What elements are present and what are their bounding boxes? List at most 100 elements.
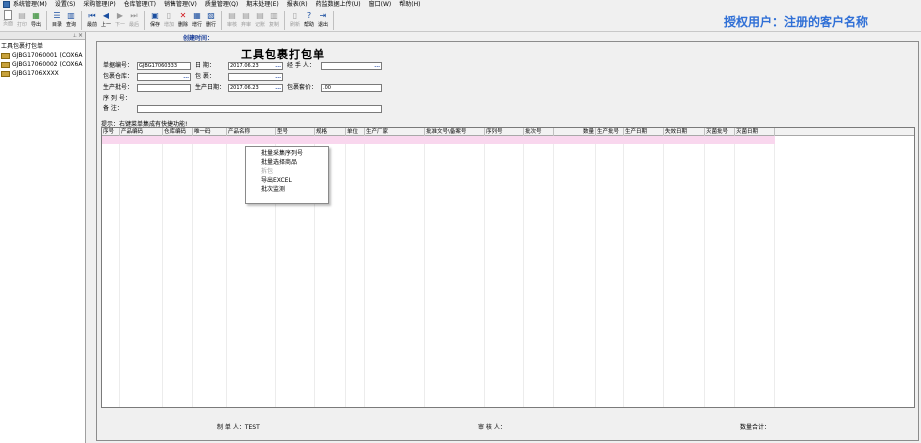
audit-button-label: 审核 (226, 22, 237, 28)
col-header[interactable]: 灭菌日期 (735, 128, 775, 136)
delete-row-button-label: 删行 (205, 22, 216, 28)
pin-icon[interactable]: ⊥ (73, 33, 77, 39)
menu-warehouse[interactable]: 仓库管理(T) (124, 0, 156, 9)
excel-export-icon: ▦ (32, 11, 40, 20)
prev-button[interactable]: ◀ 上一 (99, 10, 113, 31)
menu-window[interactable]: 窗口(W) (369, 0, 392, 9)
ellipsis-icon[interactable]: ... (275, 85, 281, 91)
doc-no-label: 单据编号： (103, 62, 134, 69)
col-header[interactable]: 序列号 (485, 128, 524, 136)
items-grid[interactable]: 序号 产品编码 仓库编码 唯一码 产品名称 型号 规格 单位 生产厂家 批准文号… (101, 127, 915, 408)
next-icon: ▶ (116, 11, 124, 20)
ellipsis-icon[interactable]: ... (275, 63, 281, 69)
tree-node-label: GJBG17060001 (COX6A (12, 52, 83, 59)
toolbar-separator (221, 11, 222, 30)
menu-sales[interactable]: 销售管理(V) (164, 0, 197, 9)
col-header[interactable]: 批准文号\备案号 (425, 128, 485, 136)
menu-purchase[interactable]: 采购管理(P) (83, 0, 115, 9)
next-button[interactable]: ▶ 下一 (113, 10, 127, 31)
ellipsis-icon[interactable]: ... (275, 74, 281, 80)
col-header[interactable]: 型号 (276, 128, 315, 136)
col-header[interactable]: 灭菌批号 (705, 128, 735, 136)
export-button[interactable]: ▦ 导出 (29, 10, 43, 31)
page-button-label: 页面 (2, 21, 13, 27)
left-panel-header: ⊥ × (0, 32, 85, 40)
query-button[interactable]: ▥ 查询 (64, 10, 78, 31)
tree-node[interactable]: GJBG17060002 (COX6A (1, 60, 84, 69)
save-button[interactable]: ▣ 保存 (148, 10, 162, 31)
tree-node[interactable]: GJBG17060001 (COX6A (1, 51, 84, 60)
copy-button[interactable]: ▥ 复制 (267, 10, 281, 31)
package-icon (1, 61, 10, 68)
add-row-button[interactable]: ▦ 增行 (190, 10, 204, 31)
ctx-export-excel[interactable]: 导出EXCEL (246, 176, 328, 185)
col-header[interactable]: 生产批号 (596, 128, 624, 136)
prod-date-label: 生产日期： (195, 84, 226, 91)
menu-reports[interactable]: 报表(R) (287, 0, 308, 9)
ctx-batch-monitor[interactable]: 批次监测 (246, 185, 328, 194)
delete-row-button[interactable]: ▧ 删行 (204, 10, 218, 31)
date-field[interactable]: 2017.06.23 ... (228, 62, 283, 70)
col-header[interactable]: 批次号 (524, 128, 554, 136)
ellipsis-icon[interactable]: ... (374, 63, 380, 69)
help-button[interactable]: ? 帮助 (302, 10, 316, 31)
col-header[interactable]: 生产日期 (624, 128, 664, 136)
toolbar-separator (144, 11, 145, 30)
col-header[interactable]: 数量 (554, 128, 596, 136)
catalog-button[interactable]: ☰ 目录 (50, 10, 64, 31)
batch-field[interactable] (137, 84, 191, 92)
unaudit-button[interactable]: ▤ 弃审 (239, 10, 253, 31)
exit-button[interactable]: ⇥ 退出 (316, 10, 330, 31)
page-button[interactable]: 页面 (1, 10, 15, 31)
package-field[interactable]: ... (228, 73, 283, 81)
first-icon: ⏮ (88, 11, 96, 20)
table-row[interactable] (102, 136, 775, 144)
price-field[interactable]: .00 (321, 84, 382, 92)
ctx-unpack[interactable]: 拆包 (246, 167, 328, 176)
menu-help[interactable]: 帮助(H) (399, 0, 420, 9)
post-button-label: 记账 (254, 22, 265, 28)
print-button[interactable]: ▤ 打印 (15, 10, 29, 31)
first-button[interactable]: ⏮ 最前 (85, 10, 99, 31)
prod-date-field[interactable]: 2017.06.23 ... (228, 84, 283, 92)
remark-field[interactable] (137, 105, 382, 113)
grid-body (102, 136, 914, 407)
package-icon (1, 70, 10, 77)
toolbar-separator (46, 11, 47, 30)
handler-field[interactable]: ... (321, 62, 382, 70)
col-header[interactable]: 唯一码 (193, 128, 227, 136)
authorized-user-banner: 授权用户：注册的客户名称 (724, 15, 869, 29)
col-header[interactable]: 仓库编码 (163, 128, 193, 136)
ctx-batch-serial[interactable]: 批量采集序列号 (246, 149, 328, 158)
menu-system[interactable]: 系统管理(M) (13, 0, 47, 9)
refresh-button[interactable]: ▯ 刷新 (288, 10, 302, 31)
add-button[interactable]: ▯ 增加 (162, 10, 176, 31)
ellipsis-icon[interactable]: ... (183, 74, 189, 80)
audit-button[interactable]: ▤ 审核 (225, 10, 239, 31)
ctx-batch-select-goods[interactable]: 批量选择商品 (246, 158, 328, 167)
doc-no-field[interactable]: GJBG17060333 (137, 62, 191, 70)
query-button-label: 查询 (65, 22, 76, 28)
col-header[interactable]: 产品名称 (227, 128, 276, 136)
tree-node[interactable]: GJBG1706XXXX (1, 69, 84, 78)
col-header[interactable]: 失效日期 (664, 128, 705, 136)
last-button[interactable]: ⏭ 最后 (127, 10, 141, 31)
warehouse-field[interactable]: ... (137, 73, 191, 81)
menu-upload[interactable]: 药监数据上传(U) (316, 0, 361, 9)
menu-quality[interactable]: 质量管理(Q) (205, 0, 238, 9)
price-label: 包裹套价： (287, 84, 318, 91)
next-button-label: 下一 (114, 22, 125, 28)
post-button[interactable]: ▤ 记账 (253, 10, 267, 31)
col-header[interactable]: 单位 (346, 128, 365, 136)
tree-node-label: GJBG17060002 (COX6A (12, 61, 83, 68)
col-header[interactable]: 产品编码 (120, 128, 163, 136)
delete-button[interactable]: ✕ 删除 (176, 10, 190, 31)
col-header[interactable]: 序号 (102, 128, 120, 136)
close-icon[interactable]: × (78, 32, 83, 39)
col-header[interactable]: 规格 (315, 128, 346, 136)
copy-button-label: 复制 (268, 22, 279, 28)
menu-period-end[interactable]: 期末处理(E) (246, 0, 278, 9)
col-header[interactable]: 生产厂家 (365, 128, 425, 136)
tree-root[interactable]: 工具包裹打包单 (1, 42, 84, 51)
menu-settings[interactable]: 设置(S) (55, 0, 76, 9)
